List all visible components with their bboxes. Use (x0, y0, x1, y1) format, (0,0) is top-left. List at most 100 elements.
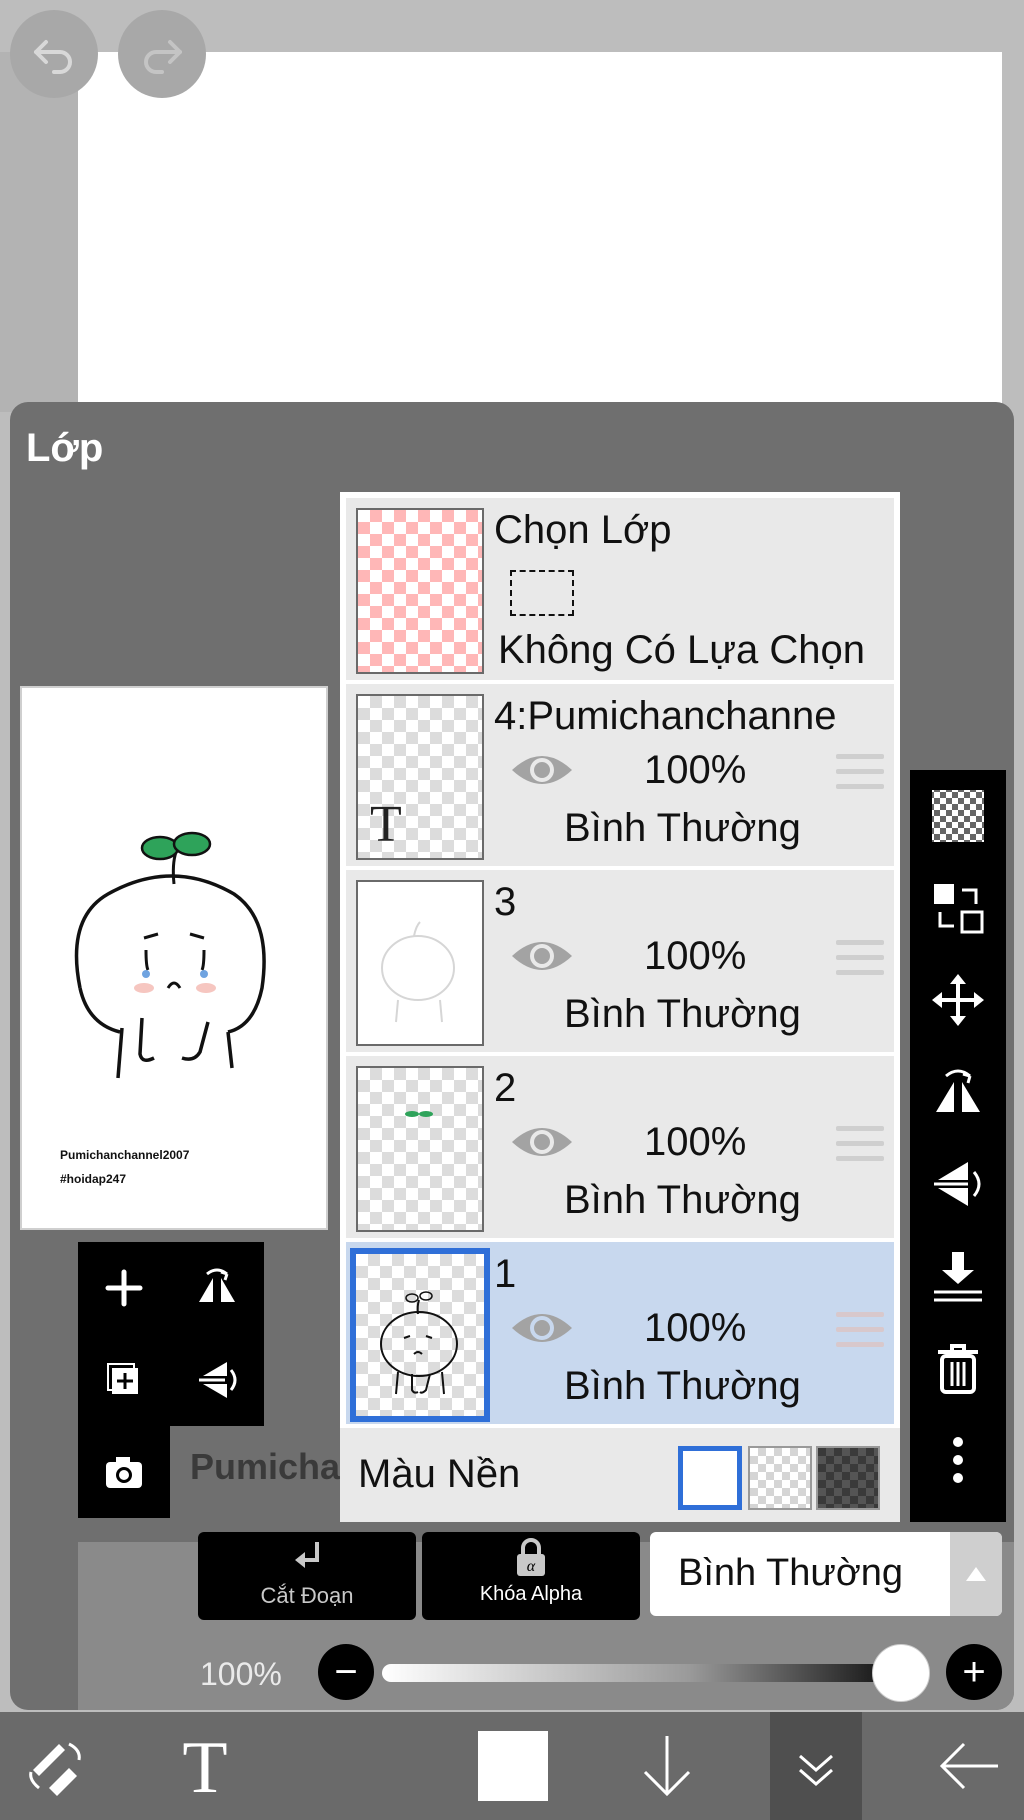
undo-icon (34, 40, 72, 74)
delete-layer-button[interactable] (910, 1322, 1006, 1414)
character-drawing (74, 831, 266, 1079)
layer-thumbnail (356, 1066, 484, 1232)
drag-handle-icon[interactable] (836, 1312, 884, 1352)
layer-row-3[interactable]: 3 100% Bình Thường (346, 870, 894, 1054)
download-button[interactable] (612, 1712, 722, 1820)
visibility-eye-icon[interactable] (508, 934, 576, 978)
opacity-decrease-button[interactable]: − (318, 1644, 374, 1700)
visibility-eye-icon[interactable] (508, 1306, 576, 1350)
redo-button[interactable] (118, 10, 206, 98)
layer-blend-mode: Bình Thường (564, 1364, 801, 1408)
back-icon (939, 1742, 998, 1790)
merge-down-icon (934, 1252, 982, 1302)
canvas-text-behind: Pumicha (190, 1446, 341, 1487)
selection-rect-icon (510, 570, 574, 616)
opacity-slider-knob[interactable] (872, 1644, 930, 1702)
layer-row-2[interactable]: 2 100% Bình Thường (346, 1056, 894, 1240)
selection-title: Chọn Lớp (494, 508, 672, 552)
duplicate-layer-icon (107, 1363, 138, 1394)
right-toolbar (910, 770, 1006, 1522)
drag-handle-icon[interactable] (836, 754, 884, 794)
layer-name: 2 (494, 1066, 517, 1110)
drag-handle-icon[interactable] (836, 940, 884, 980)
selection-layer-row[interactable]: Chọn Lớp Không Có Lựa Chọn (346, 498, 894, 682)
svg-text:α: α (527, 1558, 536, 1575)
opacity-increase-button[interactable]: + (946, 1644, 1002, 1700)
text-tool-button[interactable]: T (150, 1712, 260, 1820)
add-layer-icon (105, 1269, 143, 1307)
blend-mode-select[interactable]: Bình Thường (650, 1532, 1002, 1616)
drag-handle-icon[interactable] (836, 1126, 884, 1166)
layer-blend-mode: Bình Thường (564, 1178, 801, 1222)
clipping-arrow-icon (295, 1542, 319, 1568)
trash-icon (938, 1344, 978, 1394)
flip-vertical-button[interactable] (170, 1334, 264, 1426)
flip-vertical-icon (199, 1362, 237, 1398)
flip-vertical-button[interactable] (910, 1138, 1006, 1230)
clipping-button[interactable]: Cắt Đoạn (198, 1532, 416, 1620)
flip-horizontal-button[interactable] (170, 1242, 264, 1334)
background-color-label: Màu Nền (358, 1452, 521, 1496)
background-color-row: Màu Nền (340, 1428, 900, 1522)
more-button[interactable] (910, 1414, 1006, 1506)
canvas-sheet[interactable] (78, 52, 1002, 412)
color-swatch-button[interactable] (458, 1712, 568, 1820)
visibility-eye-icon[interactable] (508, 1120, 576, 1164)
canvas-preview: Pumichanchannel2007 #hoidap247 (20, 686, 328, 1230)
collapse-panel-button[interactable] (770, 1712, 862, 1820)
background-white-swatch[interactable] (678, 1446, 742, 1510)
camera-icon (106, 1457, 142, 1488)
selection-thumbnail (356, 508, 484, 674)
alpha-lock-icon: α (517, 1538, 545, 1576)
layer-opacity: 100% (644, 934, 747, 978)
swap-layers-button[interactable] (910, 862, 1006, 954)
back-button[interactable] (916, 1712, 1024, 1820)
layer-thumbnail (356, 880, 484, 1046)
layer-opacity: 100% (644, 748, 747, 792)
undo-button[interactable] (10, 10, 98, 98)
layer-opacity: 100% (644, 1306, 747, 1350)
chevron-up-icon[interactable] (950, 1532, 1002, 1616)
layer-name: 4:Pumichanchanne (494, 694, 837, 738)
layer-panel: Lớp Pumicha Pumichanchannel2007 #hoidap2… (10, 402, 1014, 1710)
faint-sketch (381, 921, 455, 1023)
move-button[interactable] (910, 954, 1006, 1046)
layer-row-4[interactable]: T 4:Pumichanchanne 100% Bình Thường (346, 684, 894, 868)
opacity-slider-track[interactable] (382, 1664, 894, 1682)
move-icon (932, 974, 984, 1026)
opacity-value: 100% (200, 1656, 282, 1692)
layer-thumbnail: T (356, 694, 484, 860)
text-layer-icon: T (370, 796, 402, 853)
merge-down-button[interactable] (910, 1230, 1006, 1322)
tool-switch-button[interactable] (0, 1712, 110, 1820)
layer-name: 3 (494, 880, 517, 924)
text-tool-icon: T (182, 1730, 227, 1802)
layer-blend-mode: Bình Thường (564, 992, 801, 1036)
more-icon (953, 1437, 963, 1483)
color-swatch-icon (478, 1731, 548, 1801)
duplicate-layer-button[interactable] (78, 1334, 170, 1426)
swap-layers-icon (934, 884, 984, 934)
download-icon (643, 1736, 691, 1797)
background-transparent-swatch[interactable] (748, 1446, 812, 1510)
layer-name: 1 (494, 1252, 517, 1296)
tool-switch-icon (29, 1742, 81, 1796)
bottom-toolbar: T (0, 1712, 1024, 1820)
add-layer-button[interactable] (78, 1242, 170, 1334)
background-dark-swatch[interactable] (816, 1446, 880, 1510)
flip-horizontal-button[interactable] (910, 1046, 1006, 1138)
blend-mode-value: Bình Thường (678, 1552, 904, 1594)
camera-button[interactable] (78, 1426, 170, 1518)
layer-row-1[interactable]: 1 100% Bình Thường (346, 1242, 894, 1426)
selection-status: Không Có Lựa Chọn (498, 628, 866, 672)
layer-opacity: 100% (644, 1120, 747, 1164)
visibility-eye-icon[interactable] (508, 748, 576, 792)
layer-blend-mode: Bình Thường (564, 806, 801, 850)
transparency-button[interactable] (910, 770, 1006, 862)
redo-icon (144, 40, 182, 74)
character-sketch (380, 1291, 458, 1395)
opacity-slider-row: 100% − + (10, 1634, 1014, 1714)
alpha-lock-button[interactable]: α Khóa Alpha (422, 1532, 640, 1620)
flip-vertical-icon (934, 1162, 981, 1206)
panel-title: Lớp (26, 426, 104, 470)
